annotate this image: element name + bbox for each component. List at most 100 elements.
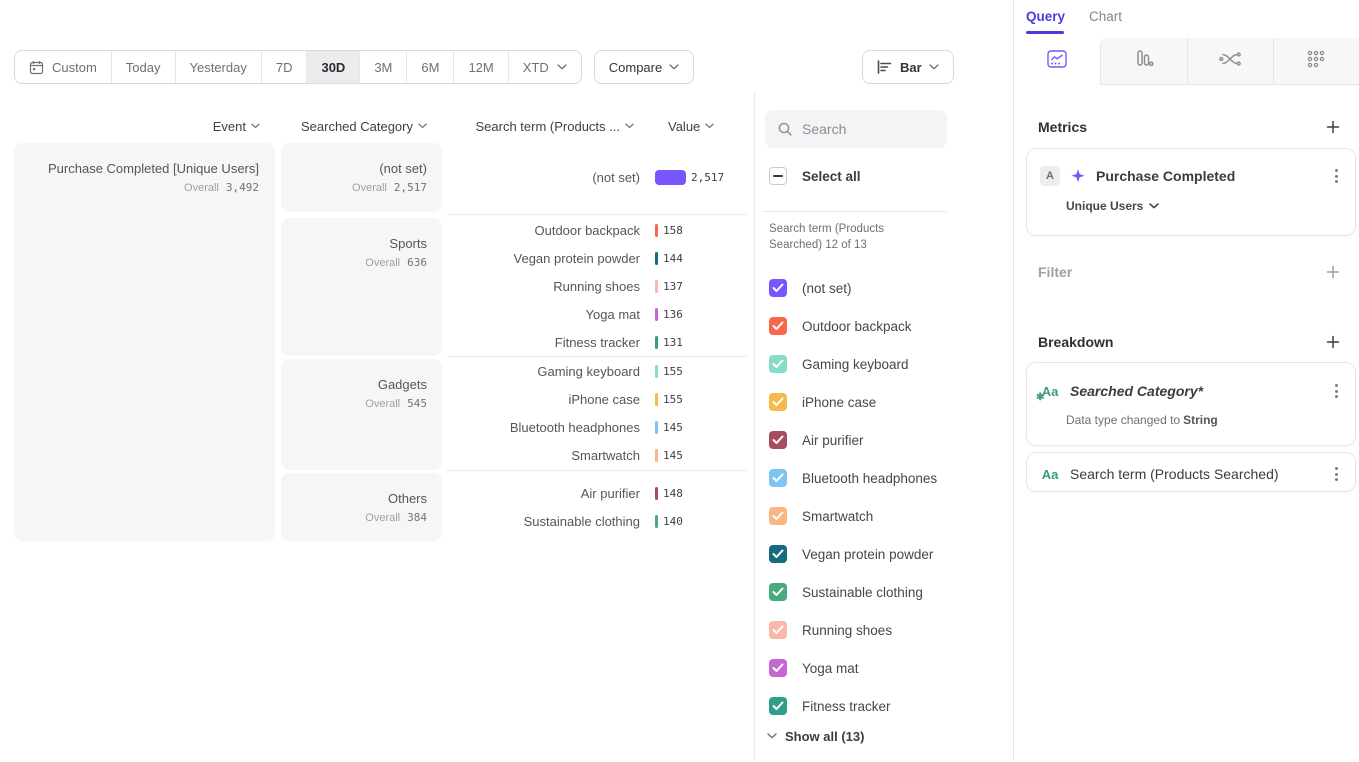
term-value: 137 xyxy=(663,280,683,293)
checkbox-item[interactable]: Air purifier xyxy=(769,421,937,459)
breakdown-card-searched-category[interactable]: Aa✱ Searched Category* Data type changed… xyxy=(1026,362,1356,446)
query-sidebar: Query Chart xyxy=(1013,0,1359,762)
date-today[interactable]: Today xyxy=(111,51,175,83)
date-6m[interactable]: 6M xyxy=(406,51,453,83)
show-all-link[interactable]: Show all (13) xyxy=(767,724,864,748)
date-30d[interactable]: 30D xyxy=(306,51,359,83)
date-12m[interactable]: 12M xyxy=(453,51,507,83)
checkbox-item[interactable]: Fitness tracker xyxy=(769,687,937,725)
column-header-event[interactable]: Event xyxy=(170,118,260,134)
checkbox[interactable] xyxy=(769,469,787,487)
event-cell[interactable]: Purchase Completed [Unique Users] Overal… xyxy=(14,143,275,541)
term-label: iPhone case xyxy=(447,392,640,407)
checkbox-item[interactable]: Yoga mat xyxy=(769,649,937,687)
checkbox[interactable] xyxy=(769,355,787,373)
breakdown-heading: Breakdown xyxy=(1038,334,1113,350)
table-row[interactable]: Yoga mat 136 xyxy=(447,300,747,328)
table-row[interactable]: (not set) 2,517 xyxy=(447,163,747,191)
category-overall: Overall636 xyxy=(281,256,427,269)
string-property-icon: Aa✱ xyxy=(1040,384,1060,399)
value-bar xyxy=(655,393,658,406)
table-row[interactable]: Vegan protein powder 144 xyxy=(447,244,747,272)
table-row[interactable]: Smartwatch 145 xyxy=(447,441,747,469)
toolbar: Custom Today Yesterday 7D 30D 3M 6M 12M … xyxy=(14,50,694,84)
table-row[interactable]: Gaming keyboard 155 xyxy=(447,357,747,385)
dots-grid-icon xyxy=(1307,50,1325,73)
checkbox-label: Fitness tracker xyxy=(802,699,891,714)
checkbox-label: iPhone case xyxy=(802,395,876,410)
date-xtd[interactable]: XTD xyxy=(508,51,581,83)
chart-type-button[interactable]: Bar xyxy=(862,50,954,84)
checkbox[interactable] xyxy=(769,393,787,411)
chevron-down-icon xyxy=(625,123,634,129)
checkbox-item[interactable]: Vegan protein powder xyxy=(769,535,937,573)
checkbox[interactable] xyxy=(769,697,787,715)
metric-card[interactable]: A Purchase Completed Unique Users xyxy=(1026,148,1356,236)
term-label: Vegan protein powder xyxy=(447,251,640,266)
compare-button[interactable]: Compare xyxy=(594,50,694,84)
kebab-menu-icon[interactable] xyxy=(1331,463,1342,485)
checkbox[interactable] xyxy=(769,659,787,677)
checkbox-item[interactable]: Smartwatch xyxy=(769,497,937,535)
event-name: Purchase Completed [Unique Users] xyxy=(14,161,259,176)
string-property-icon: Aa xyxy=(1040,467,1060,482)
tab-query[interactable]: Query xyxy=(1026,9,1065,24)
term-label: Sustainable clothing xyxy=(447,514,640,529)
add-metric-button[interactable] xyxy=(1325,119,1341,135)
kebab-menu-icon[interactable] xyxy=(1331,165,1342,187)
checkbox[interactable] xyxy=(769,431,787,449)
search-box xyxy=(765,110,947,148)
add-breakdown-button[interactable] xyxy=(1325,334,1341,350)
date-3m[interactable]: 3M xyxy=(359,51,406,83)
date-custom[interactable]: Custom xyxy=(15,51,111,83)
search-input[interactable] xyxy=(802,121,932,137)
checkbox[interactable] xyxy=(769,507,787,525)
term-label: Yoga mat xyxy=(447,307,640,322)
table-row[interactable]: Running shoes 137 xyxy=(447,272,747,300)
table-row[interactable]: Air purifier 148 xyxy=(447,479,747,507)
checkbox-item[interactable]: Outdoor backpack xyxy=(769,307,937,345)
funnels-tab[interactable] xyxy=(1101,38,1187,85)
table-row[interactable]: Fitness tracker 131 xyxy=(447,328,747,356)
checkbox[interactable] xyxy=(769,583,787,601)
search-icon xyxy=(777,121,793,137)
checkbox[interactable] xyxy=(769,317,787,335)
kebab-menu-icon[interactable] xyxy=(1331,380,1342,402)
table-row[interactable]: iPhone case 155 xyxy=(447,385,747,413)
select-all-checkbox[interactable] xyxy=(769,167,787,185)
checkbox-item[interactable]: Sustainable clothing xyxy=(769,573,937,611)
category-cell[interactable]: Gadgets Overall545 xyxy=(281,359,442,470)
date-yesterday[interactable]: Yesterday xyxy=(175,51,261,83)
add-filter-button[interactable] xyxy=(1325,264,1341,280)
measure-selector[interactable]: Unique Users xyxy=(1066,199,1159,213)
table-row[interactable]: Outdoor backpack 158 xyxy=(447,216,747,244)
column-header-searched-category[interactable]: Searched Category xyxy=(250,118,427,134)
category-cell[interactable]: Sports Overall636 xyxy=(281,218,442,356)
checkbox[interactable] xyxy=(769,621,787,639)
flows-tab[interactable] xyxy=(1187,38,1273,85)
term-group: Air purifier 148 Sustainable clothing xyxy=(447,470,747,541)
select-all[interactable]: Select all xyxy=(769,167,861,185)
checkbox-item[interactable]: (not set) xyxy=(769,269,937,307)
checkbox-item[interactable]: iPhone case xyxy=(769,383,937,421)
table-row[interactable]: Sustainable clothing 140 xyxy=(447,507,747,535)
term-label: Outdoor backpack xyxy=(447,223,640,238)
checkbox-item[interactable]: Running shoes xyxy=(769,611,937,649)
term-value: 2,517 xyxy=(691,171,724,184)
checkbox[interactable] xyxy=(769,545,787,563)
category-cell[interactable]: Others Overall384 xyxy=(281,473,442,541)
insights-tab[interactable] xyxy=(1014,38,1100,85)
checkbox[interactable] xyxy=(769,279,787,297)
retention-tab[interactable] xyxy=(1273,38,1359,85)
column-header-search-term[interactable]: Search term (Products ... xyxy=(430,118,634,134)
checkbox-item[interactable]: Bluetooth headphones xyxy=(769,459,937,497)
date-7d[interactable]: 7D xyxy=(261,51,307,83)
column-header-value[interactable]: Value xyxy=(668,118,714,134)
category-name: Sports xyxy=(281,236,427,251)
term-label: Bluetooth headphones xyxy=(447,420,640,435)
breakdown-card-search-term[interactable]: Aa Search term (Products Searched) xyxy=(1026,452,1356,492)
category-cell[interactable]: (not set) Overall2,517 xyxy=(281,143,442,212)
table-row[interactable]: Bluetooth headphones 145 xyxy=(447,413,747,441)
tab-chart[interactable]: Chart xyxy=(1089,9,1122,24)
checkbox-item[interactable]: Gaming keyboard xyxy=(769,345,937,383)
